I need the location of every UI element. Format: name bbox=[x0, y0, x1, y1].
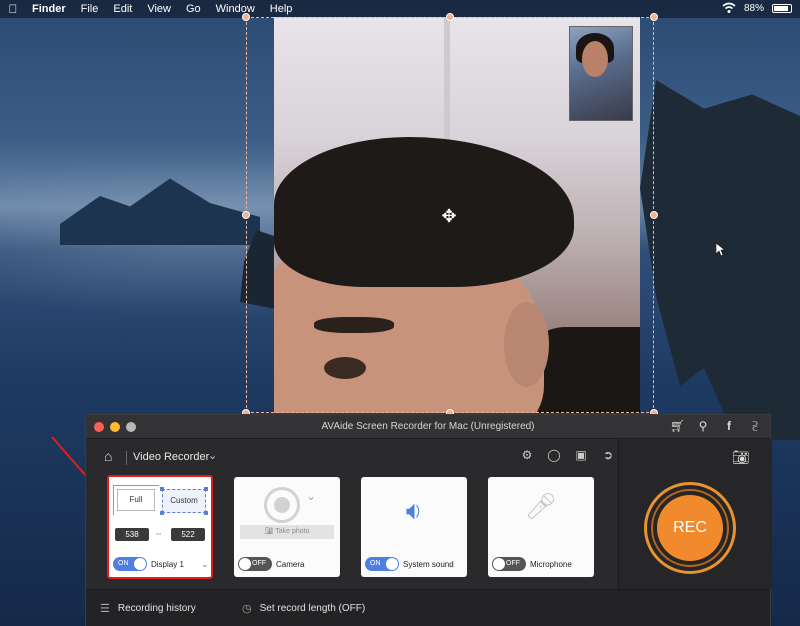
capture-window-icon[interactable]: ▣ bbox=[574, 448, 588, 462]
wallpaper-cliff bbox=[640, 80, 800, 440]
key-icon[interactable]: ⚲ bbox=[696, 419, 710, 434]
menu-edit[interactable]: Edit bbox=[113, 3, 132, 15]
system-sound-card: 🔉︎ ON System sound bbox=[361, 477, 467, 577]
area-toggle[interactable]: ON bbox=[113, 557, 147, 571]
mode-bar: ⌂ Video Recorder ⌄ ⚙ ◯ ▣ ➲ bbox=[86, 439, 616, 479]
camera-label: Camera bbox=[276, 560, 305, 569]
record-length-button[interactable]: ◷ Set record length (OFF) bbox=[242, 602, 365, 615]
toggle-knob bbox=[386, 558, 398, 570]
pin-icon[interactable]: ⫔ bbox=[748, 419, 762, 434]
mac-menubar:  Finder File Edit View Go Window Help 8… bbox=[0, 0, 800, 18]
recording-history-button[interactable]: ☰ Recording history bbox=[100, 602, 196, 615]
bottom-bar: ☰ Recording history ◷ Set record length … bbox=[86, 589, 770, 626]
link-icon[interactable]: ⇔ bbox=[154, 528, 163, 538]
camera-toggle[interactable]: OFF bbox=[238, 557, 272, 571]
take-photo-label: Take photo bbox=[275, 528, 310, 535]
window-titlebar: AVAide Screen Recorder for Mac (Unregist… bbox=[86, 415, 770, 439]
microphone-label: Microphone bbox=[530, 560, 572, 569]
toggle-knob bbox=[134, 558, 146, 570]
mouse-cursor-icon bbox=[716, 243, 726, 257]
camera-toggle-text: OFF bbox=[252, 560, 266, 567]
microphone-card: 🎤︎ OFF Microphone bbox=[488, 477, 594, 577]
wallpaper-mountain bbox=[60, 178, 260, 245]
menu-view[interactable]: View bbox=[147, 3, 171, 15]
system-sound-label: System sound bbox=[403, 560, 454, 569]
cart-icon[interactable]: 🛒︎ bbox=[670, 419, 685, 434]
custom-area-button[interactable]: Custom bbox=[162, 489, 206, 513]
battery-icon[interactable] bbox=[772, 3, 792, 13]
custom-handle bbox=[160, 487, 164, 491]
settings-icon[interactable]: ⚙ bbox=[520, 448, 534, 462]
resize-handle-middle-left[interactable] bbox=[242, 211, 250, 219]
microphone-toggle-text: OFF bbox=[506, 560, 520, 567]
move-icon[interactable]: ✥ bbox=[438, 205, 460, 227]
mode-selector-label[interactable]: Video Recorder bbox=[133, 451, 209, 463]
record-area-card: Full Custom 538 ⇔ 522 ON Display 1 ⌄ bbox=[107, 475, 213, 579]
chevron-down-icon[interactable]: ⌄ bbox=[201, 559, 209, 570]
facebook-icon[interactable]: f bbox=[722, 419, 736, 434]
menu-finder[interactable]: Finder bbox=[32, 3, 66, 15]
clock-icon: ◷ bbox=[242, 603, 252, 615]
webcam-icon[interactable] bbox=[264, 487, 300, 523]
resize-handle-top-center[interactable] bbox=[446, 13, 454, 21]
width-input[interactable]: 538 bbox=[115, 528, 149, 541]
speaker-icon[interactable]: 🔉︎ bbox=[397, 495, 431, 525]
record-length-label: Set record length (OFF) bbox=[259, 603, 366, 614]
camera-card: ⌄ 📷︎ Take photo OFF Camera bbox=[234, 477, 340, 577]
toggle-knob bbox=[239, 558, 251, 570]
custom-handle bbox=[160, 511, 164, 515]
snapshot-camera-icon[interactable]: 📷︎ bbox=[732, 449, 750, 465]
battery-percentage: 88% bbox=[743, 2, 764, 14]
recording-history-label: Recording history bbox=[117, 603, 196, 614]
custom-handle bbox=[204, 511, 208, 515]
height-input[interactable]: 522 bbox=[171, 528, 205, 541]
resize-handle-middle-right[interactable] bbox=[650, 211, 658, 219]
system-sound-toggle-text: ON bbox=[370, 560, 381, 567]
menu-help[interactable]: Help bbox=[270, 3, 293, 15]
toggle-knob bbox=[493, 558, 505, 570]
home-icon[interactable]: ⌂ bbox=[104, 448, 120, 464]
menu-file[interactable]: File bbox=[81, 3, 99, 15]
custom-handle bbox=[204, 487, 208, 491]
recorder-window: AVAide Screen Recorder for Mac (Unregist… bbox=[85, 414, 772, 626]
rec-button[interactable]: REC bbox=[657, 495, 723, 561]
area-toggle-text: ON bbox=[118, 560, 129, 567]
full-screen-button[interactable]: Full bbox=[117, 489, 155, 511]
wifi-icon[interactable] bbox=[722, 2, 736, 14]
window-title: AVAide Screen Recorder for Mac (Unregist… bbox=[321, 421, 535, 432]
chevron-down-icon[interactable]: ⌄ bbox=[306, 489, 316, 503]
list-icon: ☰ bbox=[100, 603, 110, 615]
display-select[interactable]: Display 1 bbox=[151, 560, 184, 569]
resize-handle-top-right[interactable] bbox=[650, 13, 658, 21]
menu-go[interactable]: Go bbox=[186, 3, 201, 15]
resize-handle-top-left[interactable] bbox=[242, 13, 250, 21]
menu-window[interactable]: Window bbox=[216, 3, 255, 15]
mouse-icon[interactable]: ◯ bbox=[547, 448, 561, 462]
microphone-toggle[interactable]: OFF bbox=[492, 557, 526, 571]
record-panel: 📷︎ REC bbox=[618, 439, 772, 589]
export-icon[interactable]: ➲ bbox=[601, 448, 615, 462]
mode-divider bbox=[126, 451, 127, 465]
apple-icon[interactable]:  bbox=[6, 2, 20, 16]
chevron-down-icon[interactable]: ⌄ bbox=[208, 449, 217, 462]
take-photo-button[interactable]: 📷︎ Take photo bbox=[240, 525, 334, 539]
system-sound-toggle[interactable]: ON bbox=[365, 557, 399, 571]
microphone-muted-icon[interactable]: 🎤︎ bbox=[524, 491, 558, 527]
